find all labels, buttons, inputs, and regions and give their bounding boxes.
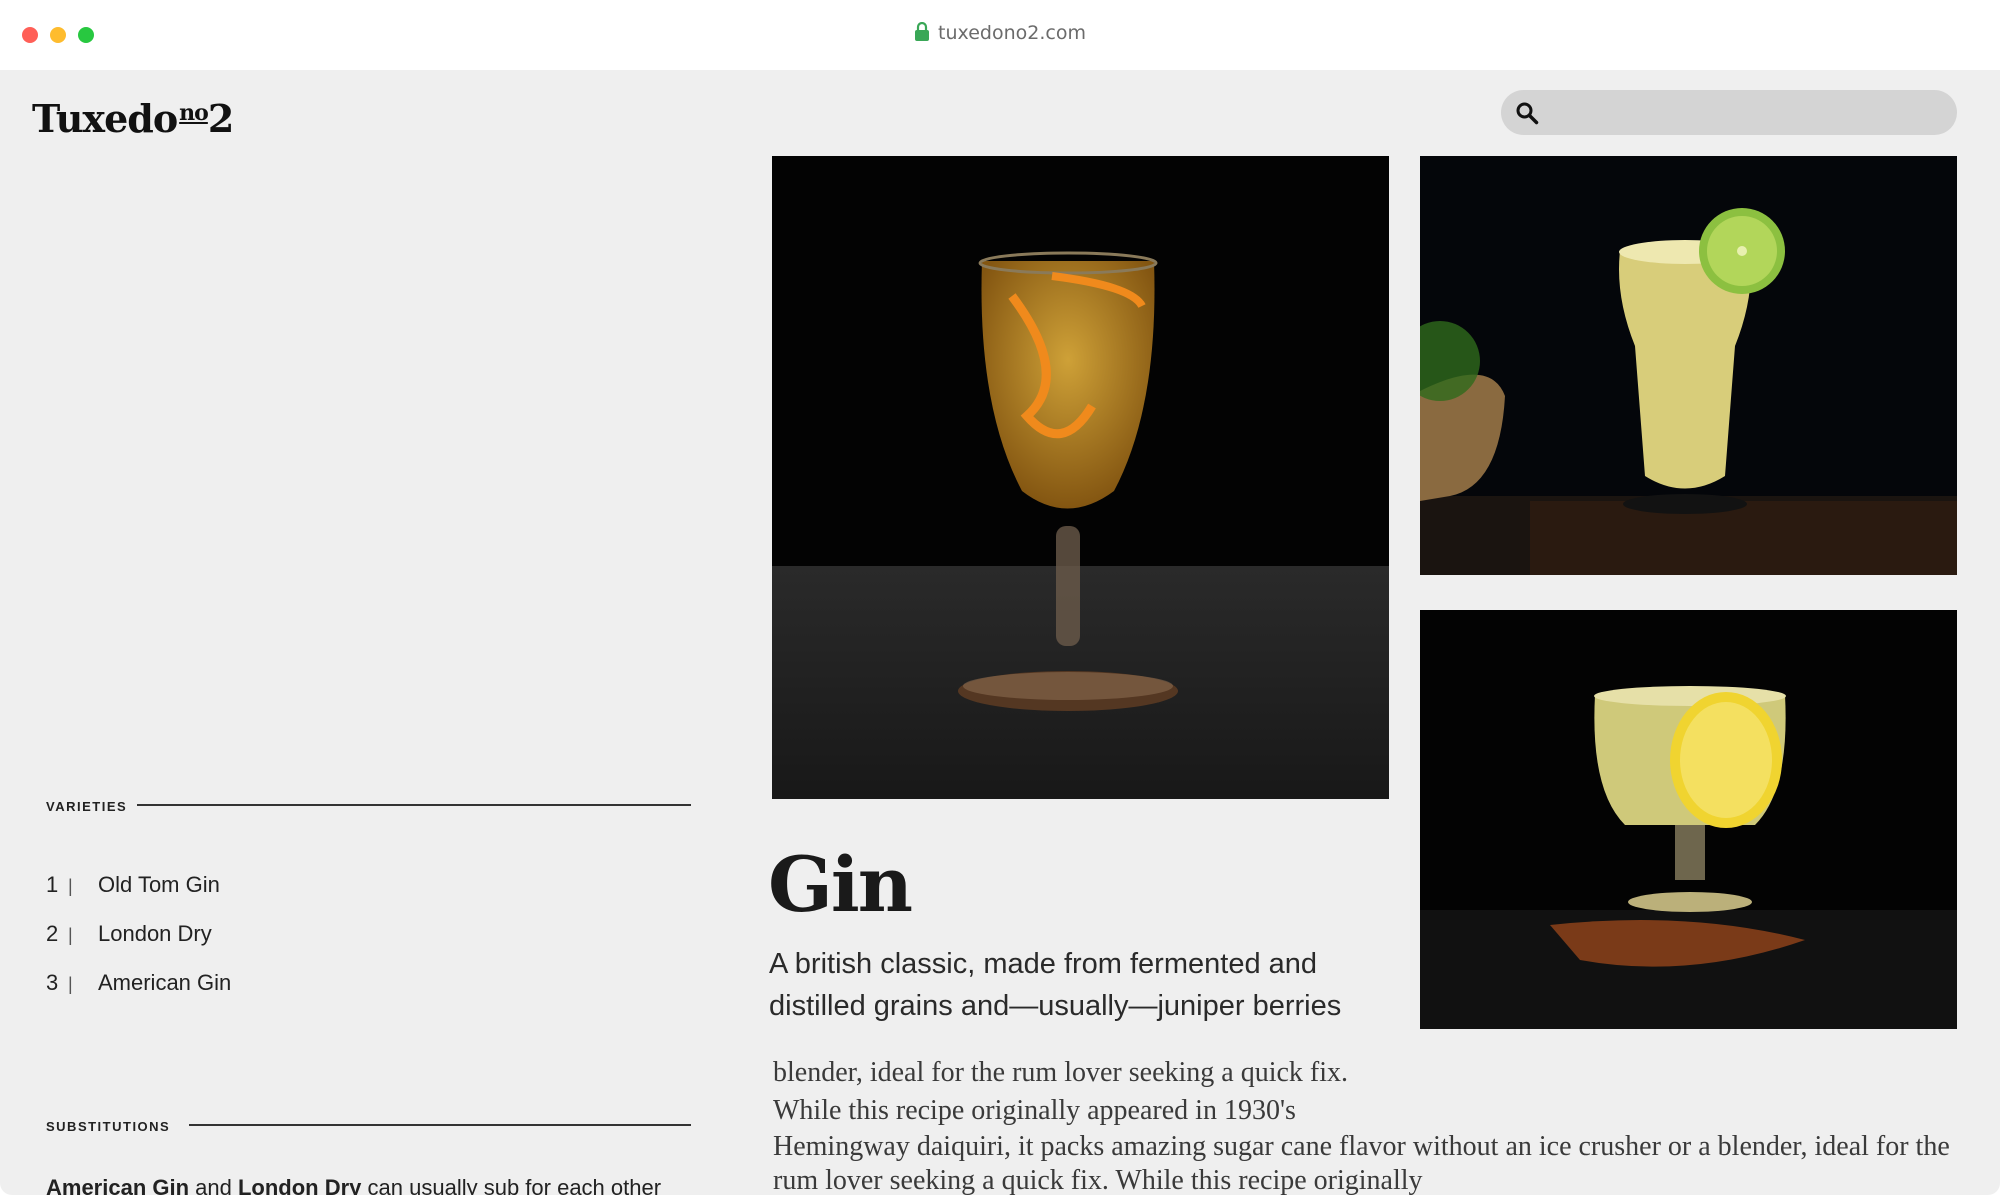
search-icon[interactable] [1515,101,1539,125]
variety-separator: | [68,876,73,896]
logo-text: Tuxedo [32,96,178,141]
page-title: Gin [768,840,913,929]
variety-item-london-dry[interactable]: 2 | London Dry [46,921,212,947]
variety-number: 1 [46,872,59,897]
browser-titlebar: tuxedono2.com [0,0,2000,70]
variety-label: London Dry [98,921,212,946]
substitution-term[interactable]: London Dry [238,1175,361,1195]
url-text: tuxedono2.com [938,22,1086,44]
varieties-heading: VARIETIES [46,799,128,814]
address-bar[interactable]: tuxedono2.com [0,22,2000,44]
variety-label: American Gin [98,970,232,995]
cocktail-photo-highball-lime[interactable] [1420,156,1957,575]
variety-separator: | [68,925,73,945]
cocktail-photo-coupe[interactable] [772,156,1389,799]
body-paragraph: Hemingway daiquiri, it packs amazing sug… [773,1131,1950,1195]
page: Tuxedono2 VARIETIES 1 | Old Tom Gin 2 | … [0,70,2000,1195]
body-paragraph: blender, ideal for the rum lover seeking… [773,1057,1349,1126]
substitutions-text: American Gin and London Dry can usually … [46,1175,661,1195]
variety-number: 3 [46,970,59,995]
variety-number: 2 [46,921,59,946]
variety-item-american-gin[interactable]: 3 | American Gin [46,970,231,996]
variety-label: Old Tom Gin [98,872,220,897]
site-logo[interactable]: Tuxedono2 [32,96,234,141]
substitution-term[interactable]: American Gin [46,1175,189,1195]
lock-icon [915,22,930,41]
logo-number: 2 [207,96,234,141]
page-subtitle: A british classic, made from fermented a… [769,948,1342,1022]
substitutions-divider [189,1124,691,1126]
substitutions-heading: SUBSTITUTIONS [46,1119,171,1134]
cocktail-photo-lemon-rocks[interactable] [1420,610,1957,1029]
varieties-divider [137,804,691,806]
search-input[interactable] [1548,98,1938,128]
variety-separator: | [68,974,73,994]
logo-superscript: no [179,100,209,126]
variety-item-old-tom-gin[interactable]: 1 | Old Tom Gin [46,872,220,898]
